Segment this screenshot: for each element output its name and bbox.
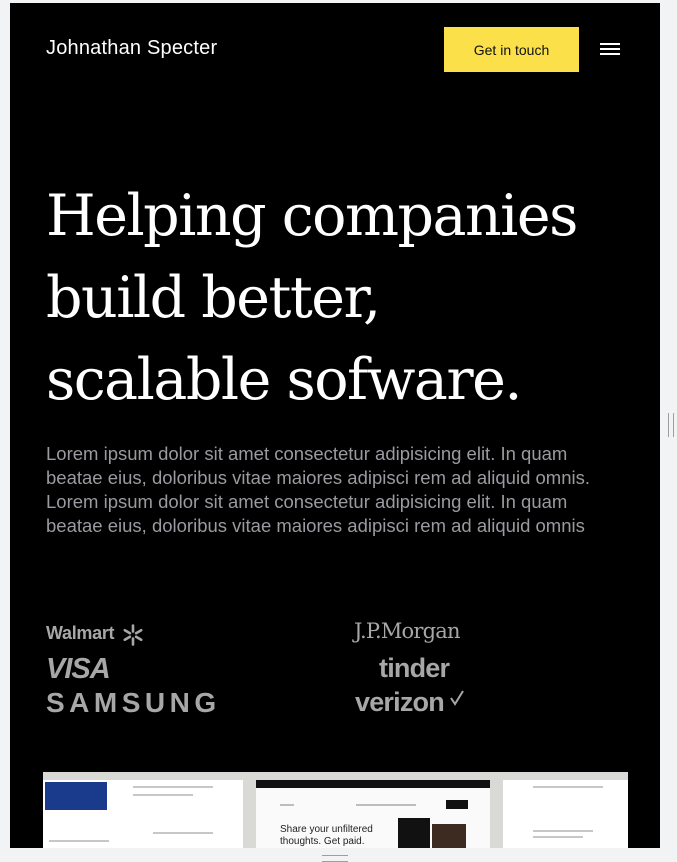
page-frame: Johnathan Specter Get in touch Helping c… <box>10 3 660 848</box>
brand-name[interactable]: Johnathan Specter <box>46 37 217 60</box>
preview-announcement-bar <box>256 780 490 788</box>
preview-card: Share your unfiltered thoughts. Get paid… <box>256 780 490 848</box>
verizon-logo: verizon <box>355 687 445 717</box>
preview-photo <box>432 824 466 848</box>
hero-description: Lorem ipsum dolor sit amet consectetur a… <box>46 443 590 536</box>
verizon-check-icon <box>450 690 464 706</box>
site-header: Johnathan Specter Get in touch <box>10 3 660 95</box>
preview-text-line <box>153 832 213 834</box>
preview-button <box>446 800 468 809</box>
preview-text-line <box>533 830 593 832</box>
get-in-touch-button[interactable]: Get in touch <box>444 27 579 72</box>
walmart-logo: Walmart <box>46 623 115 643</box>
visa-logo: VISA <box>46 653 111 685</box>
preview-text-line <box>49 840 109 842</box>
jpmorgan-logo: J.P.Morgan <box>354 619 460 643</box>
preview-text-line <box>533 836 583 838</box>
preview-popup <box>398 818 430 848</box>
preview-card <box>503 780 628 848</box>
resize-grip-vertical[interactable] <box>668 413 674 437</box>
preview-text-line <box>533 786 603 788</box>
preview-card <box>43 780 243 848</box>
preview-text-line <box>133 794 193 796</box>
walmart-spark-icon <box>123 624 143 646</box>
hero-title-line: Helping companies <box>46 183 578 249</box>
preview-headline: Share your unfiltered thoughts. Get paid… <box>280 824 373 847</box>
preview-nav-line <box>356 804 416 806</box>
menu-line <box>600 53 620 55</box>
tinder-logo: tinder <box>379 653 450 683</box>
preview-text-line <box>133 786 213 788</box>
preview-thumbnail <box>45 782 107 810</box>
hamburger-menu-icon[interactable] <box>600 43 620 57</box>
menu-line <box>600 48 620 50</box>
resize-grip-horizontal[interactable] <box>322 855 348 862</box>
hero-title-line: build better, <box>46 265 381 331</box>
samsung-logo: SAMSUNG <box>46 687 221 718</box>
menu-line <box>600 43 620 45</box>
portfolio-preview[interactable]: Share your unfiltered thoughts. Get paid… <box>43 772 628 848</box>
hero-title: Helping companies build better, scalable… <box>46 175 636 421</box>
hero-title-line: scalable sofware. <box>46 347 522 413</box>
preview-nav-line <box>280 804 294 806</box>
